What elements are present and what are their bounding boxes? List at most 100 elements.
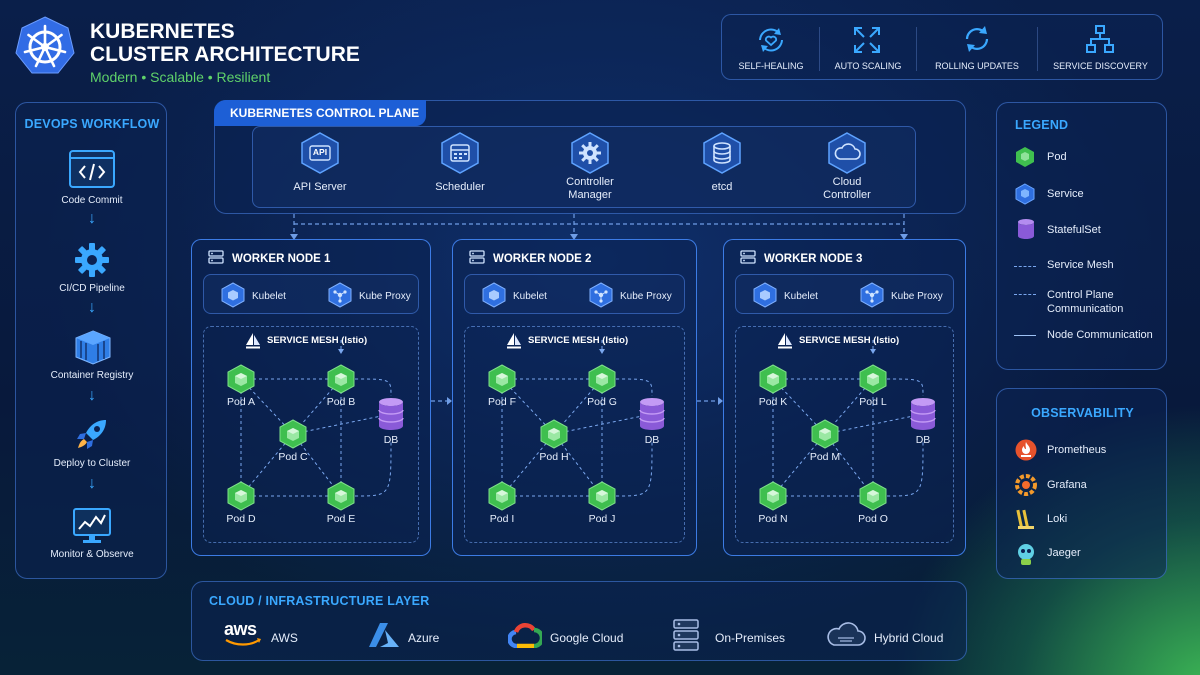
infrastructure-title: CLOUD / INFRASTRUCTURE LAYER bbox=[209, 594, 430, 608]
component-label: Cloud Controller bbox=[823, 176, 871, 201]
control-plane-title-tab: KUBERNETES CONTROL PLANE bbox=[214, 100, 426, 126]
provider-label: Google Cloud bbox=[550, 631, 624, 645]
node-icon bbox=[469, 250, 485, 267]
kubelet-service-icon bbox=[481, 282, 507, 313]
legend-label: Service Mesh bbox=[1047, 259, 1114, 271]
service-hex-icon bbox=[1015, 183, 1035, 205]
service-mesh-label: SERVICE MESH (Istio) bbox=[528, 335, 629, 346]
pod-hex-icon bbox=[1016, 147, 1034, 167]
legend-label: Service bbox=[1047, 188, 1084, 200]
pod-label: Pod D bbox=[226, 513, 256, 525]
statefulset-db-icon bbox=[909, 397, 937, 436]
page-title-line1: KUBERNETES bbox=[90, 20, 235, 43]
pod-label: Pod H bbox=[539, 451, 569, 463]
pod-label: Pod M bbox=[809, 451, 841, 463]
kubelet-label: Kubelet bbox=[513, 291, 547, 302]
down-arrow-icon: ↓ bbox=[88, 387, 96, 404]
pod-hex-icon bbox=[539, 419, 569, 449]
page-title: KUBERNETES CLUSTER ARCHITECTURE bbox=[90, 20, 360, 66]
control-plane-component-api-server: API API Server bbox=[280, 132, 360, 207]
provider-label: Azure bbox=[408, 631, 440, 645]
pod-hex-icon bbox=[278, 419, 308, 449]
azure-icon bbox=[369, 623, 399, 647]
feature-rolling-updates: ROLLING UPDATES bbox=[917, 15, 1037, 81]
observability-label: Grafana bbox=[1047, 479, 1087, 491]
step-label: Code Commit bbox=[61, 195, 123, 206]
calendar-icon bbox=[441, 132, 479, 174]
service-mesh-label: SERVICE MESH (Istio) bbox=[799, 335, 900, 346]
feature-label: SELF-HEALING bbox=[738, 61, 804, 71]
container-icon bbox=[75, 330, 111, 365]
features-bar: SELF-HEALING AUTO SCALING ROLLING UPDATE… bbox=[721, 14, 1163, 80]
prometheus-icon bbox=[1015, 439, 1037, 461]
worker-node-header: WORKER NODE 1 bbox=[208, 250, 330, 267]
istio-sail-icon bbox=[245, 332, 261, 355]
down-arrow-icon: ↓ bbox=[88, 475, 96, 492]
devops-workflow-panel: DEVOPS WORKFLOW Code Commit ↓ CI/CD Pipe… bbox=[15, 102, 167, 579]
worker-node-title: WORKER NODE 3 bbox=[764, 252, 863, 265]
dashed-line-icon bbox=[1014, 266, 1036, 267]
kubernetes-logo-icon bbox=[14, 15, 76, 77]
observability-panel: OBSERVABILITY Prometheus Grafana Loki Ja… bbox=[996, 388, 1167, 579]
statefulset-icon bbox=[1018, 219, 1034, 239]
legend-label: Control Plane Communication bbox=[1047, 289, 1124, 315]
worker-node-title: WORKER NODE 2 bbox=[493, 252, 592, 265]
server-icon bbox=[673, 619, 699, 651]
service-mesh-label: SERVICE MESH (Istio) bbox=[267, 335, 368, 346]
pod-label: Pod L bbox=[859, 396, 887, 408]
feature-label: ROLLING UPDATES bbox=[935, 61, 1019, 71]
service-discovery-icon bbox=[1086, 25, 1114, 53]
down-arrow-icon: ↓ bbox=[88, 210, 96, 227]
step-label: Deploy to Cluster bbox=[53, 458, 131, 469]
control-plane-component-etcd: etcd bbox=[682, 132, 762, 207]
google-cloud-icon bbox=[508, 622, 542, 648]
pod-hex-icon bbox=[326, 481, 356, 511]
pod-hex-icon bbox=[487, 481, 517, 511]
statefulset-db-icon bbox=[638, 397, 666, 436]
provider-label: Hybrid Cloud bbox=[874, 631, 944, 645]
pod-label: Pod J bbox=[588, 513, 616, 525]
monitor-icon bbox=[73, 508, 111, 543]
observability-label: Jaeger bbox=[1047, 547, 1081, 559]
dashed-line-icon bbox=[1014, 294, 1036, 295]
control-plane-component-controller-manager: Controller Manager bbox=[545, 132, 635, 207]
kubelet-label: Kubelet bbox=[252, 291, 286, 302]
legend-label: Pod bbox=[1047, 151, 1067, 163]
pod-hex-icon bbox=[758, 481, 788, 511]
component-label: Controller Manager bbox=[566, 176, 614, 201]
hybrid-cloud-icon bbox=[827, 622, 866, 646]
cloud-icon bbox=[828, 132, 866, 174]
pod-hex-icon bbox=[858, 481, 888, 511]
pod-hex-icon bbox=[487, 364, 517, 394]
loki-icon bbox=[1016, 509, 1034, 529]
feature-label: SERVICE DISCOVERY bbox=[1053, 61, 1148, 71]
legend-title: LEGEND bbox=[1015, 118, 1069, 132]
pod-hex-icon bbox=[587, 364, 617, 394]
kubelet-service-icon bbox=[752, 282, 778, 313]
pod-hex-icon bbox=[810, 419, 840, 449]
pod-hex-icon bbox=[758, 364, 788, 394]
worker-node-header: WORKER NODE 2 bbox=[469, 250, 591, 267]
pod-label: Pod N bbox=[758, 513, 788, 525]
pod-label: Pod F bbox=[487, 396, 516, 408]
api-icon-text: API bbox=[312, 147, 328, 157]
step-label: Monitor & Observe bbox=[50, 549, 134, 560]
observability-title: OBSERVABILITY bbox=[1031, 406, 1134, 420]
jaeger-icon bbox=[1018, 544, 1034, 565]
pod-label: Pod G bbox=[587, 396, 617, 408]
pod-label: Pod I bbox=[489, 513, 515, 525]
legend-panel: LEGEND Pod Service StatefulSet Service M… bbox=[996, 102, 1167, 370]
gear-icon bbox=[571, 132, 609, 174]
aws-logo-text: aws bbox=[224, 619, 257, 639]
component-label: API Server bbox=[293, 181, 347, 193]
pod-hex-icon bbox=[858, 364, 888, 394]
istio-sail-icon bbox=[506, 332, 522, 355]
kube-proxy-icon bbox=[327, 282, 353, 313]
kubelet-label: Kubelet bbox=[784, 291, 818, 302]
feature-label: AUTO SCALING bbox=[834, 61, 902, 71]
pod-label: Pod E bbox=[326, 513, 356, 525]
feature-service-discovery: SERVICE DISCOVERY bbox=[1038, 15, 1163, 81]
pod-label: Pod A bbox=[226, 396, 256, 408]
solid-line-icon bbox=[1014, 335, 1036, 336]
step-label: CI/CD Pipeline bbox=[59, 283, 125, 294]
